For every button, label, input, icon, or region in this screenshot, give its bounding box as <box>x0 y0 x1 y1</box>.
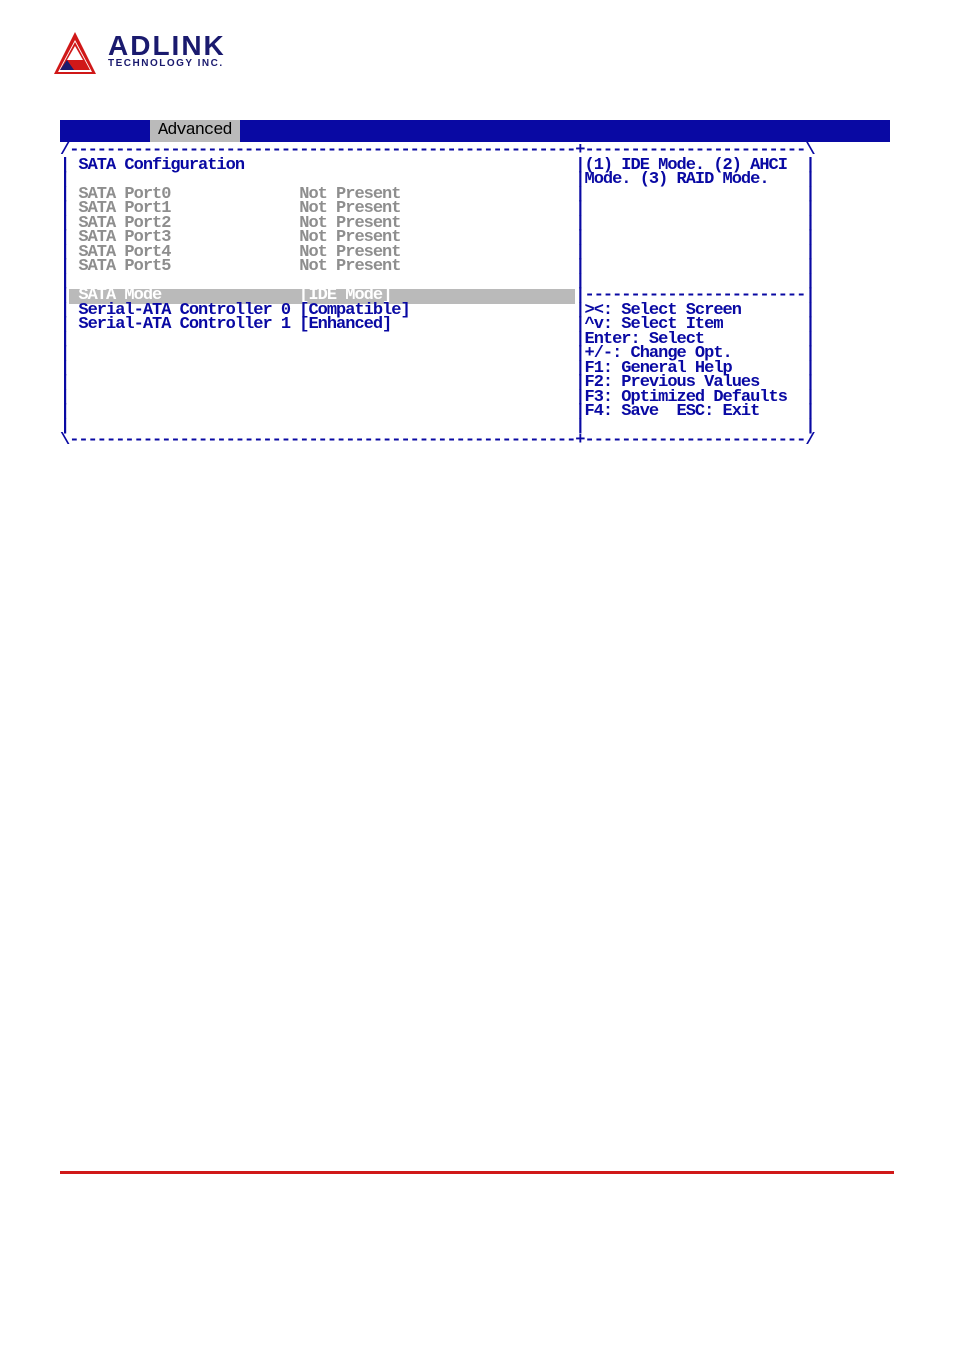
logo-text-sub: TECHNOLOGY INC. <box>108 58 226 69</box>
logo: ADLINK TECHNOLOGY INC. <box>50 30 954 80</box>
logo-area: ADLINK TECHNOLOGY INC. <box>0 0 954 80</box>
bios-body: /---------------------------------------… <box>60 142 890 451</box>
bios-screen: Advanced /------------------------------… <box>60 120 890 451</box>
footer-divider <box>60 1171 894 1174</box>
tab-advanced[interactable]: Advanced <box>150 120 240 142</box>
tab-strip: Advanced <box>60 120 890 142</box>
logo-icon <box>50 30 100 80</box>
